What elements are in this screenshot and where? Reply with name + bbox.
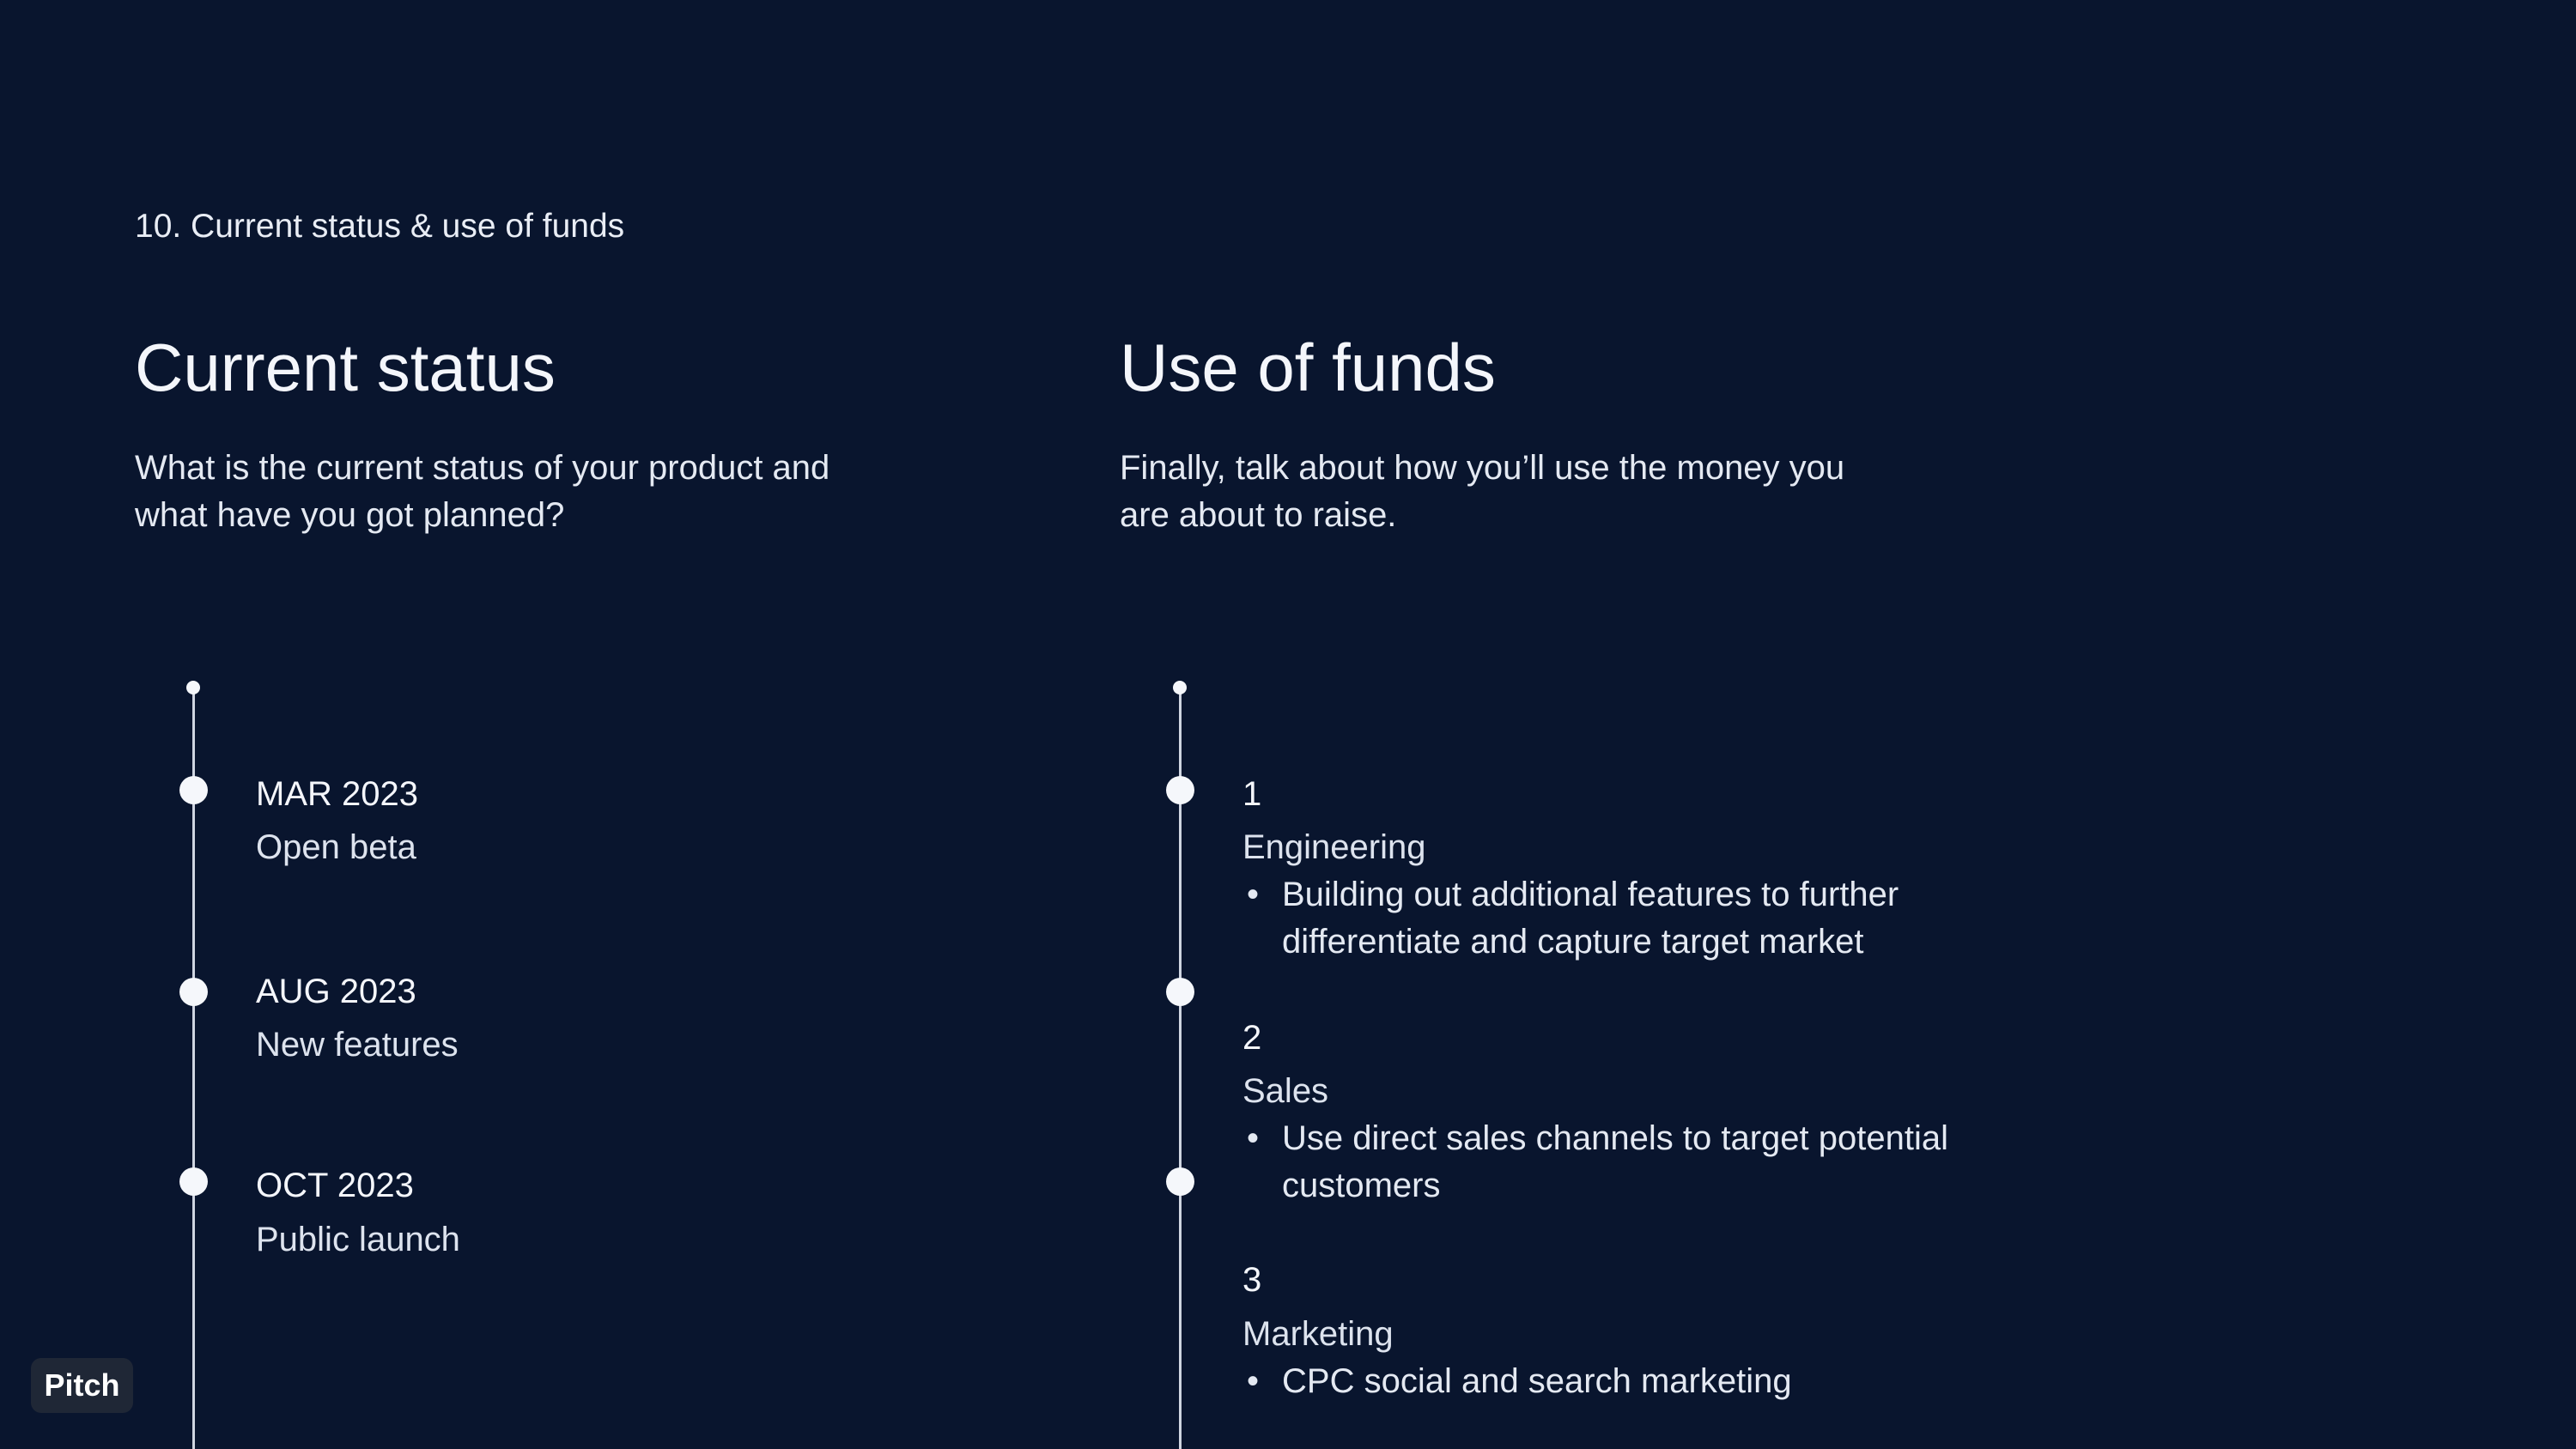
status-milestone-dot bbox=[179, 776, 208, 804]
fund-item-title: Marketing bbox=[1242, 1315, 1394, 1353]
fund-item-title: Sales bbox=[1242, 1072, 1329, 1110]
status-milestone-dot bbox=[179, 1167, 208, 1196]
fund-item-title: Engineering bbox=[1242, 828, 1426, 866]
fund-item-bullet-text: CPC social and search marketing bbox=[1282, 1362, 1792, 1400]
milestone-title: Open beta bbox=[256, 828, 416, 866]
current-status-description: What is the current status of your produ… bbox=[135, 449, 830, 534]
milestone-date: OCT 2023 bbox=[256, 1167, 414, 1204]
fund-item-bullet: • Building out additional features to fu… bbox=[1242, 871, 2015, 966]
section-label: 10. Current status & use of funds bbox=[135, 208, 625, 245]
current-status-heading: Current status bbox=[135, 330, 556, 405]
funds-item-dot bbox=[1166, 1167, 1194, 1196]
milestone-date: AUG 2023 bbox=[256, 973, 416, 1010]
funds-item-dot bbox=[1166, 776, 1194, 804]
bullet-marker: • bbox=[1247, 1362, 1260, 1400]
use-of-funds-description: Finally, talk about how you’ll use the m… bbox=[1120, 449, 1845, 534]
fund-item-number: 2 bbox=[1242, 1019, 1262, 1057]
fund-item-bullet: • CPC social and search marketing bbox=[1242, 1358, 2015, 1405]
slide: 10. Current status & use of funds Curren… bbox=[0, 0, 2576, 1449]
funds-timeline-start-dot bbox=[1173, 681, 1187, 694]
fund-item-number: 1 bbox=[1242, 775, 1262, 813]
bullet-marker: • bbox=[1247, 876, 1260, 913]
fund-item-bullet-text: Use direct sales channels to target pote… bbox=[1282, 1119, 1948, 1204]
fund-item-bullet: • Use direct sales channels to target po… bbox=[1242, 1115, 2015, 1210]
milestone-date: MAR 2023 bbox=[256, 775, 418, 813]
fund-item-number: 3 bbox=[1242, 1261, 1262, 1299]
milestone-title: New features bbox=[256, 1026, 459, 1064]
status-timeline-start-dot bbox=[186, 681, 200, 694]
status-milestone-dot bbox=[179, 978, 208, 1006]
pitch-badge[interactable]: Pitch bbox=[31, 1358, 133, 1413]
funds-item-dot bbox=[1166, 978, 1194, 1006]
fund-item-bullet-text: Building out additional features to furt… bbox=[1282, 876, 1899, 961]
bullet-marker: • bbox=[1247, 1119, 1260, 1157]
milestone-title: Public launch bbox=[256, 1221, 460, 1258]
use-of-funds-heading: Use of funds bbox=[1120, 330, 1496, 405]
